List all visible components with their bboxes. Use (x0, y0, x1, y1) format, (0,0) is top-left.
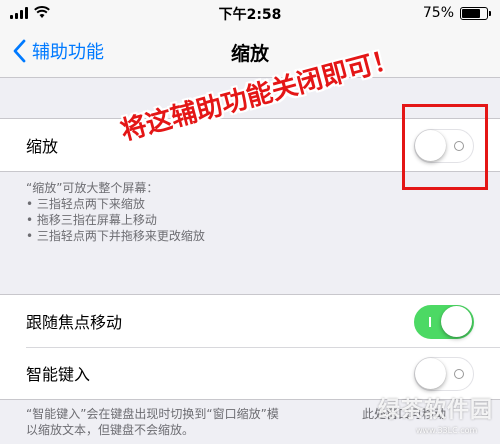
toggle-off-indicator-icon (454, 369, 464, 379)
toggle-knob (415, 358, 446, 389)
battery-level (462, 9, 480, 18)
follow-focus-toggle[interactable] (414, 305, 474, 339)
toggle-on-indicator-icon (429, 317, 431, 327)
zoom-description: “缩放”可放大整个屏幕： • 三指轻点两下来缩放 • 拖移三指在屏幕上移动 • … (26, 180, 205, 244)
smart-typing-description: “智能键入”会在键盘出现时切换到“窗口缩放”模 以缩放文本，但键盘不会缩放。 (26, 406, 346, 438)
navigation-bar: 辅助功能 缩放 (0, 26, 500, 78)
watermark-logo: 绿茶软件园 (378, 398, 494, 423)
smart-typing-label: 智能键入 (26, 365, 91, 384)
zoom-description-line: • 拖移三指在屏幕上移动 (26, 213, 157, 227)
smart-typing-description-line: 以缩放文本，但键盘不会缩放。 (26, 423, 195, 437)
smart-typing-description-line: “智能键入”会在键盘出现时切换到“窗口缩放”模 (26, 407, 279, 421)
zoom-description-line: • 三指轻点两下并拖移来更改缩放 (26, 229, 205, 243)
follow-focus-row: 跟随焦点移动 (0, 295, 500, 347)
highlight-box (402, 104, 488, 190)
toggle-knob (441, 306, 472, 337)
zoom-description-line: “缩放”可放大整个屏幕： (26, 181, 159, 195)
watermark-url: www.33LC.com (416, 426, 478, 435)
battery-percent: 75% (422, 5, 454, 21)
zoom-options-group: 跟随焦点移动 智能键入 (0, 294, 500, 400)
follow-focus-label: 跟随焦点移动 (26, 313, 123, 332)
smart-typing-toggle[interactable] (414, 357, 474, 391)
status-bar: 下午2:58 75% (0, 0, 500, 26)
page-title: 缩放 (230, 43, 269, 65)
zoom-label: 缩放 (26, 137, 59, 156)
zoom-description-line: • 三指轻点两下来缩放 (26, 197, 145, 211)
battery-icon (460, 7, 491, 20)
